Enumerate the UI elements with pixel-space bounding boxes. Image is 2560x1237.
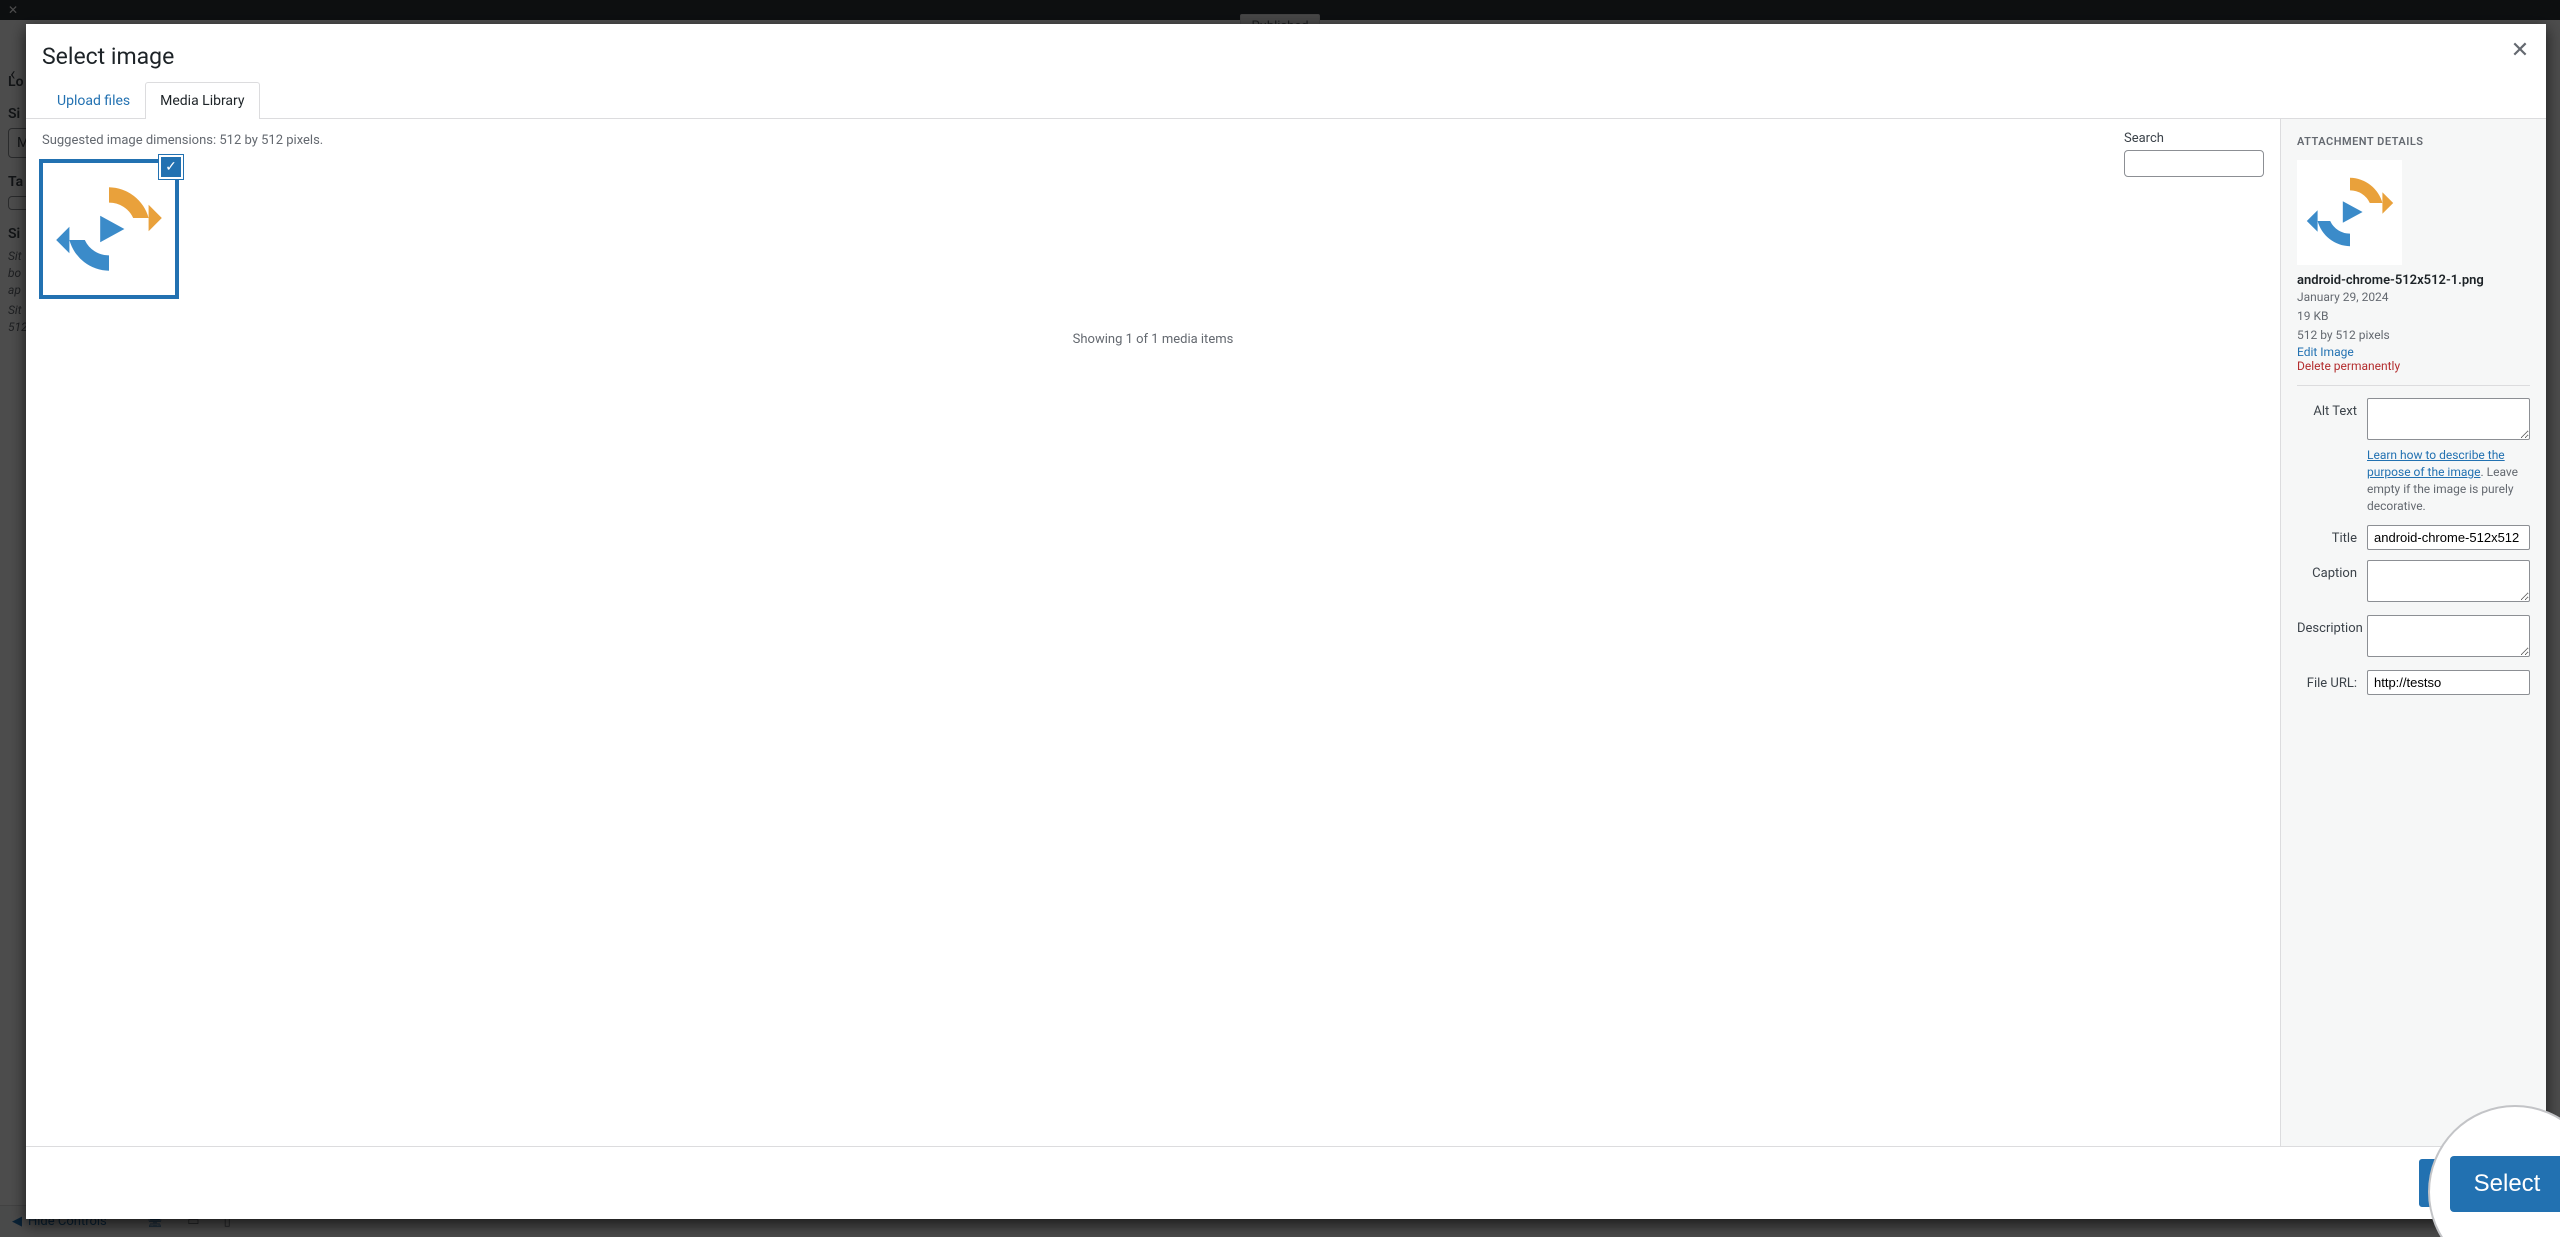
caption-input[interactable] <box>2367 560 2530 602</box>
alt-text-label: Alt Text <box>2297 398 2367 419</box>
dimensions-hint: Suggested image dimensions: 512 by 512 p… <box>42 133 2264 148</box>
modal-tabs: Upload files Media Library <box>26 82 2546 119</box>
description-input[interactable] <box>2367 615 2530 657</box>
media-thumb[interactable]: ✓ <box>42 162 176 296</box>
detail-filename: android-chrome-512x512-1.png <box>2297 273 2530 288</box>
alt-text-help: Learn how to describe the purpose of the… <box>2367 447 2530 514</box>
sync-play-icon <box>54 174 164 284</box>
modal-footer: Select <box>26 1146 2546 1219</box>
media-library-area: Suggested image dimensions: 512 by 512 p… <box>26 119 2280 1146</box>
media-count: Showing 1 of 1 media items <box>42 332 2264 347</box>
caption-row: Caption <box>2297 560 2530 605</box>
search-wrap: Search <box>2124 131 2264 177</box>
search-input[interactable] <box>2124 150 2264 177</box>
modal-body: Suggested image dimensions: 512 by 512 p… <box>26 119 2546 1146</box>
modal-title: Select image <box>42 42 2530 72</box>
title-label: Title <box>2297 525 2367 546</box>
delete-permanently-link[interactable]: Delete permanently <box>2297 359 2400 373</box>
detail-date: January 29, 2024 <box>2297 288 2530 307</box>
file-url-label: File URL: <box>2297 670 2367 691</box>
attachment-details: ATTACHMENT DETAILS android-chrome-512x51… <box>2280 119 2546 1146</box>
modal-header: Select image <box>26 24 2546 82</box>
close-icon[interactable]: ✕ <box>2502 32 2538 68</box>
select-button-highlight[interactable]: Select <box>2450 1156 2560 1212</box>
description-label: Description <box>2297 615 2367 636</box>
search-label: Search <box>2124 131 2264 146</box>
sync-play-icon <box>2305 167 2395 257</box>
details-divider <box>2297 385 2530 386</box>
detail-preview <box>2297 160 2402 265</box>
media-thumbs: ✓ <box>42 162 2264 296</box>
detail-dims: 512 by 512 pixels <box>2297 326 2530 345</box>
file-url-row: File URL: <box>2297 670 2530 695</box>
title-row: Title <box>2297 525 2530 550</box>
title-input[interactable] <box>2367 525 2530 550</box>
edit-image-link[interactable]: Edit Image <box>2297 345 2354 359</box>
detail-size: 19 KB <box>2297 307 2530 326</box>
tab-media-library[interactable]: Media Library <box>145 82 259 119</box>
file-url-input[interactable] <box>2367 670 2530 695</box>
caption-label: Caption <box>2297 560 2367 581</box>
tab-upload-files[interactable]: Upload files <box>42 82 145 119</box>
checkmark-icon[interactable]: ✓ <box>159 155 183 179</box>
details-heading: ATTACHMENT DETAILS <box>2297 135 2530 148</box>
alt-text-input[interactable] <box>2367 398 2530 440</box>
alt-text-row: Alt Text Learn how to describe the purpo… <box>2297 398 2530 514</box>
description-row: Description <box>2297 615 2530 660</box>
select-image-modal: ✕ Select image Upload files Media Librar… <box>26 24 2546 1219</box>
